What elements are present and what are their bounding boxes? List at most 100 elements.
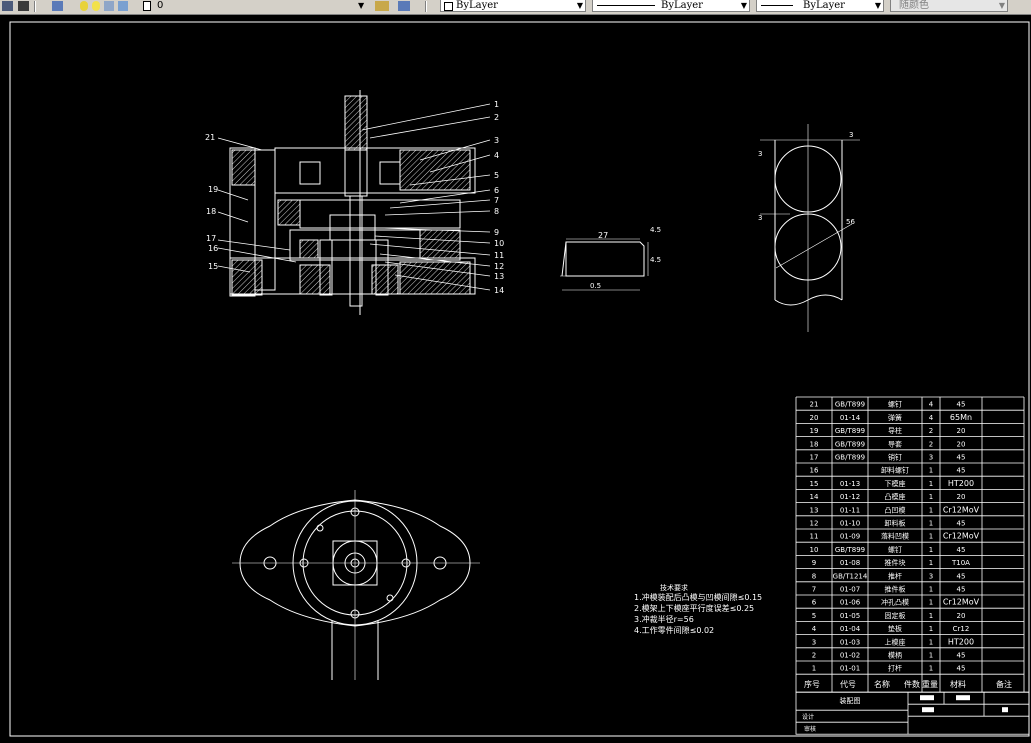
bom-cell-name: 弹簧 <box>888 413 902 422</box>
toolbar-separator <box>425 1 427 12</box>
callout-11: 11 <box>494 251 504 260</box>
bom-cell-mat: HT200 <box>948 479 974 488</box>
linetype-control-combo[interactable]: ByLayer ▼ <box>592 0 750 12</box>
bom-cell-mat: Cr12MoV <box>943 505 980 514</box>
title-block-text: 设计 <box>802 713 814 721</box>
color-square-icon <box>444 2 453 11</box>
bom-cell-mat: 45 <box>957 401 966 409</box>
bom-cell-name: 卸料螺钉 <box>881 466 909 475</box>
callout-5: 5 <box>494 171 499 180</box>
toolbar-separator <box>34 1 36 12</box>
bom-cell-code: 01-07 <box>840 586 860 594</box>
lineweight-control-combo[interactable]: ByLayer ▼ <box>756 0 884 12</box>
bom-cell-no: 4 <box>812 625 817 633</box>
bom-cell-qty: 1 <box>929 625 933 633</box>
chevron-down-icon[interactable]: ▼ <box>875 0 881 11</box>
layer-state-icon[interactable] <box>18 1 29 11</box>
bom-cell-code: 01-05 <box>840 612 860 620</box>
bom-cell-name: 凸凹模 <box>885 505 906 514</box>
title-block-mark <box>1002 707 1008 713</box>
layer-name[interactable]: 0 <box>157 0 163 12</box>
bom-cell-qty: 1 <box>929 599 933 607</box>
bom-cell-name: 垫板 <box>888 624 902 633</box>
bom-cell-code: 01-09 <box>840 533 860 541</box>
lineweight-control-value: ByLayer <box>803 0 845 11</box>
part-dim-height: 4.5 <box>650 256 661 264</box>
bom-cell-no: 14 <box>810 493 819 501</box>
sun-icon[interactable] <box>92 1 100 11</box>
drawing-canvas[interactable]: 1 2 3 4 5 6 7 8 9 10 11 12 13 14 15 16 1… <box>0 14 1031 743</box>
bom-cell-qty: 1 <box>929 638 933 646</box>
bom-cell-code: 01-02 <box>840 652 860 660</box>
color-control-combo[interactable]: ByLayer ▼ <box>440 0 586 12</box>
print-icon[interactable] <box>118 1 128 11</box>
bom-cell-qty: 1 <box>929 652 933 660</box>
bom-cell-qty: 1 <box>929 612 933 620</box>
bom-cell-name: 冲孔凸模 <box>881 598 909 607</box>
layer-previous-icon[interactable] <box>398 1 410 11</box>
bom-cell-name: 推件板 <box>885 585 906 594</box>
bom-header-cell: 序号 <box>804 679 820 689</box>
bom-cell-mat: 20 <box>957 612 966 620</box>
bom-cell-qty: 1 <box>929 467 933 475</box>
bom-cell-no: 11 <box>810 533 819 541</box>
bom-cell-code: GB/T899 <box>835 546 865 554</box>
bom-cell-name: 螺钉 <box>888 545 902 554</box>
chevron-down-icon[interactable]: ▼ <box>741 0 747 11</box>
lock-icon[interactable] <box>104 1 114 11</box>
bom-cell-mat: 20 <box>957 427 966 435</box>
bom-cell-mat: 20 <box>957 440 966 448</box>
note-line-2: 2.模架上下模座平行度误差≤0.25 <box>634 603 754 613</box>
bom-cell-name: 固定板 <box>885 611 906 620</box>
callout-2: 2 <box>494 113 499 122</box>
note-line-1: 1.冲模装配后凸模与凹模间隙≤0.15 <box>634 592 762 602</box>
note-line-3: 3.冲裁半径r=56 <box>634 614 694 624</box>
bom-cell-no: 10 <box>810 546 819 554</box>
bom-cell-code: GB/T899 <box>835 440 865 448</box>
bom-cell-code: 01-13 <box>840 480 860 488</box>
bom-cell-no: 3 <box>812 638 816 646</box>
title-block-text: 装配图 <box>840 696 861 705</box>
callout-13: 13 <box>494 272 504 281</box>
bom-cell-code: 01-01 <box>840 665 860 673</box>
part-dim-tol: 4.5 <box>650 226 661 234</box>
bom-cell-no: 6 <box>812 599 817 607</box>
bom-cell-qty: 1 <box>929 665 933 673</box>
callout-16: 16 <box>208 244 218 253</box>
bom-cell-name: 销钉 <box>888 453 902 462</box>
layer-dropdown-arrow[interactable]: ▼ <box>358 0 364 12</box>
bom-cell-qty: 2 <box>929 440 933 448</box>
layer-properties-icon[interactable] <box>2 1 13 11</box>
linetype-preview <box>597 5 655 6</box>
bom-cell-name: 凸模座 <box>885 492 906 501</box>
chevron-down-icon[interactable]: ▼ <box>999 0 1005 11</box>
layer-stack-icon[interactable] <box>52 1 63 11</box>
chevron-down-icon[interactable]: ▼ <box>577 0 583 11</box>
bom-cell-name: 导柱 <box>888 426 902 435</box>
callout-1: 1 <box>494 100 499 109</box>
callout-6: 6 <box>494 186 499 195</box>
bom-cell-no: 18 <box>810 440 819 448</box>
color-swatch-icon[interactable] <box>143 1 151 11</box>
bom-cell-no: 2 <box>812 652 816 660</box>
make-current-layer-icon[interactable] <box>375 1 389 11</box>
plotstyle-control-combo[interactable]: 随颜色 ▼ <box>890 0 1008 12</box>
bom-cell-name: 模柄 <box>888 651 902 660</box>
bom-cell-mat: 45 <box>957 520 966 528</box>
title-block-rule <box>795 691 1030 735</box>
bulb-icon[interactable] <box>80 1 88 11</box>
callout-17: 17 <box>206 234 216 243</box>
callout-10: 10 <box>494 239 504 248</box>
bom-header-cell: 代号 <box>840 679 856 689</box>
title-block-mark <box>956 695 970 701</box>
bom-cell-name: 卸料板 <box>885 519 906 528</box>
bom-cell-qty: 1 <box>929 586 933 594</box>
technical-notes: 技术要求 1.冲模装配后凸模与凹模间隙≤0.15 2.模架上下模座平行度误差≤0… <box>634 583 762 635</box>
bom-cell-code: GB/T899 <box>835 401 865 409</box>
bom-cell-no: 20 <box>810 414 819 422</box>
bom-cell-qty: 1 <box>929 533 933 541</box>
bom-cell-name: 打杆 <box>888 664 902 673</box>
part-dim-bottom: 0.5 <box>590 282 601 290</box>
bom-cell-code: 01-12 <box>840 493 860 501</box>
callout-18: 18 <box>206 207 216 216</box>
